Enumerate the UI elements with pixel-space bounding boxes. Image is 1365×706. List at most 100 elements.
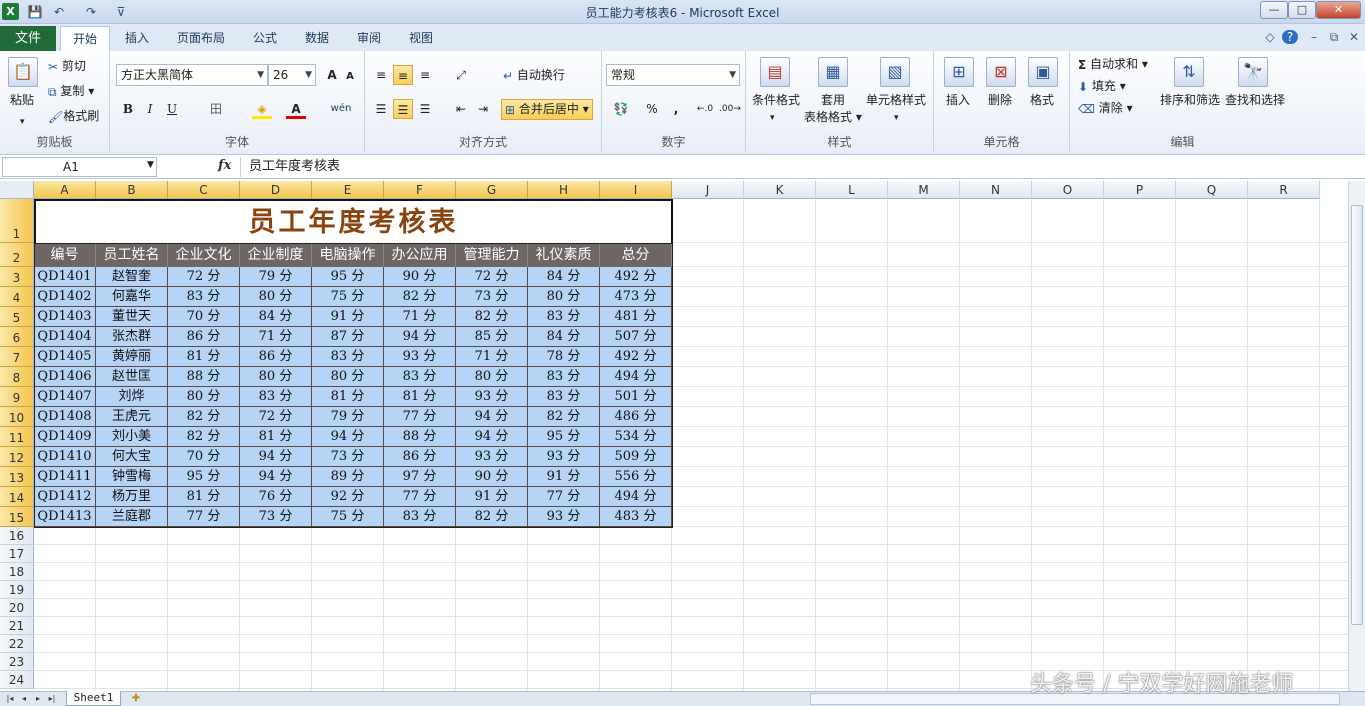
row-header-15[interactable]: 15: [0, 507, 34, 527]
undo-icon[interactable]: ↶: [50, 3, 68, 21]
tab-page-layout[interactable]: 页面布局: [170, 26, 232, 51]
minimize-button[interactable]: —: [1260, 1, 1288, 19]
score-cell[interactable]: 85 分: [456, 327, 528, 347]
employee-id-cell[interactable]: QD1405: [34, 347, 96, 367]
employee-id-cell[interactable]: QD1402: [34, 287, 96, 307]
customize-qat-icon[interactable]: ⊽: [112, 3, 130, 21]
column-header-o[interactable]: O: [1032, 181, 1104, 199]
cut-button[interactable]: ✂ 剪切: [48, 57, 86, 76]
chevron-down-icon[interactable]: ▼: [147, 160, 154, 170]
score-cell[interactable]: 72 分: [168, 267, 240, 287]
score-cell[interactable]: 80 分: [240, 367, 312, 387]
align-left-icon[interactable]: ☰: [371, 99, 391, 119]
score-cell[interactable]: 83 分: [384, 507, 456, 527]
underline-button[interactable]: U: [162, 99, 182, 119]
row-header-12[interactable]: 12: [0, 447, 34, 467]
align-top-icon[interactable]: ≡: [371, 65, 391, 85]
score-cell[interactable]: 82 分: [384, 287, 456, 307]
tab-file[interactable]: 文件: [0, 26, 56, 51]
score-cell[interactable]: 492 分: [600, 267, 672, 287]
score-cell[interactable]: 83 分: [312, 347, 384, 367]
increase-decimal-icon[interactable]: ←.0: [694, 99, 716, 119]
clear-button[interactable]: ⌫ 清除 ▾: [1078, 99, 1133, 118]
currency-icon[interactable]: 💱: [608, 99, 634, 119]
score-cell[interactable]: 71 分: [384, 307, 456, 327]
prev-sheet-icon[interactable]: ◂: [18, 693, 30, 705]
score-cell[interactable]: 90 分: [456, 467, 528, 487]
row-header-13[interactable]: 13: [0, 467, 34, 487]
tab-view[interactable]: 视图: [400, 26, 442, 51]
copy-button[interactable]: ⧉ 复制 ▾: [48, 82, 94, 101]
score-cell[interactable]: 83 分: [240, 387, 312, 407]
italic-button[interactable]: I: [140, 99, 160, 119]
score-cell[interactable]: 94 分: [240, 447, 312, 467]
score-cell[interactable]: 486 分: [600, 407, 672, 427]
tab-review[interactable]: 审阅: [348, 26, 390, 51]
score-cell[interactable]: 80 分: [528, 287, 600, 307]
score-cell[interactable]: 94 分: [456, 407, 528, 427]
row-header-17[interactable]: 17: [0, 545, 34, 563]
score-cell[interactable]: 76 分: [240, 487, 312, 507]
score-cell[interactable]: 80 分: [312, 367, 384, 387]
shrink-font-icon[interactable]: A: [340, 67, 360, 87]
score-cell[interactable]: 70 分: [168, 307, 240, 327]
score-cell[interactable]: 77 分: [384, 407, 456, 427]
header-cell[interactable]: 总分: [600, 243, 672, 267]
employee-id-cell[interactable]: QD1407: [34, 387, 96, 407]
employee-name-cell[interactable]: 赵世匡: [96, 367, 168, 387]
workbook-close-icon[interactable]: ✕: [1346, 30, 1362, 44]
score-cell[interactable]: 70 分: [168, 447, 240, 467]
row-header-11[interactable]: 11: [0, 427, 34, 447]
score-cell[interactable]: 83 分: [384, 367, 456, 387]
autosum-button[interactable]: Σ 自动求和 ▾: [1078, 55, 1148, 74]
delete-cells-button[interactable]: 删除: [988, 91, 1012, 109]
score-cell[interactable]: 481 分: [600, 307, 672, 327]
tab-data[interactable]: 数据: [296, 26, 338, 51]
formula-input[interactable]: 员工年度考核表: [240, 157, 1350, 177]
row-header-21[interactable]: 21: [0, 617, 34, 635]
score-cell[interactable]: 81 分: [384, 387, 456, 407]
employee-id-cell[interactable]: QD1413: [34, 507, 96, 527]
format-as-table-icon[interactable]: ▦: [818, 57, 848, 87]
align-center-icon[interactable]: ☰: [393, 99, 413, 119]
score-cell[interactable]: 82 分: [528, 407, 600, 427]
phonetic-guide-icon[interactable]: wén: [328, 99, 354, 119]
maximize-button[interactable]: □: [1288, 1, 1316, 19]
column-header-a[interactable]: A: [34, 181, 96, 199]
column-header-j[interactable]: J: [672, 181, 744, 199]
employee-name-cell[interactable]: 杨万里: [96, 487, 168, 507]
employee-id-cell[interactable]: QD1401: [34, 267, 96, 287]
score-cell[interactable]: 78 分: [528, 347, 600, 367]
save-icon[interactable]: 💾: [26, 3, 44, 21]
row-header-7[interactable]: 7: [0, 347, 34, 367]
column-header-d[interactable]: D: [240, 181, 312, 199]
score-cell[interactable]: 83 分: [528, 307, 600, 327]
format-painter-button[interactable]: 🖌格式刷: [48, 107, 99, 126]
format-as-table-label[interactable]: 表格格式 ▾: [804, 108, 862, 126]
score-cell[interactable]: 95 分: [168, 467, 240, 487]
header-cell[interactable]: 企业文化: [168, 243, 240, 267]
employee-id-cell[interactable]: QD1408: [34, 407, 96, 427]
fill-button[interactable]: ⬇ 填充 ▾: [1078, 77, 1126, 96]
select-all-corner[interactable]: [0, 181, 34, 199]
score-cell[interactable]: 91 分: [528, 467, 600, 487]
row-header-16[interactable]: 16: [0, 527, 34, 545]
score-cell[interactable]: 494 分: [600, 487, 672, 507]
align-middle-icon[interactable]: ≡: [393, 65, 413, 85]
employee-id-cell[interactable]: QD1410: [34, 447, 96, 467]
score-cell[interactable]: 83 分: [528, 367, 600, 387]
font-name-combo[interactable]: 方正大黑简体 ▼: [116, 64, 268, 86]
score-cell[interactable]: 82 分: [168, 407, 240, 427]
increase-indent-icon[interactable]: ⇥: [473, 99, 493, 119]
wrap-text-button[interactable]: ↵ 自动换行: [503, 66, 565, 85]
row-header-22[interactable]: 22: [0, 635, 34, 653]
employee-name-cell[interactable]: 何嘉华: [96, 287, 168, 307]
employee-id-cell[interactable]: QD1406: [34, 367, 96, 387]
conditional-format-icon[interactable]: ▤: [760, 57, 790, 87]
worksheet-grid[interactable]: A B C D E F G H I J K L M N O P Q R 1 2 3 4 5 6 7 8 9 10 11 12 13 14 15 1…: [0, 181, 1348, 691]
next-sheet-icon[interactable]: ▸: [32, 693, 44, 705]
column-header-n[interactable]: N: [960, 181, 1032, 199]
font-color-icon[interactable]: A: [286, 99, 306, 119]
employee-name-cell[interactable]: 王虎元: [96, 407, 168, 427]
column-header-k[interactable]: K: [744, 181, 816, 199]
